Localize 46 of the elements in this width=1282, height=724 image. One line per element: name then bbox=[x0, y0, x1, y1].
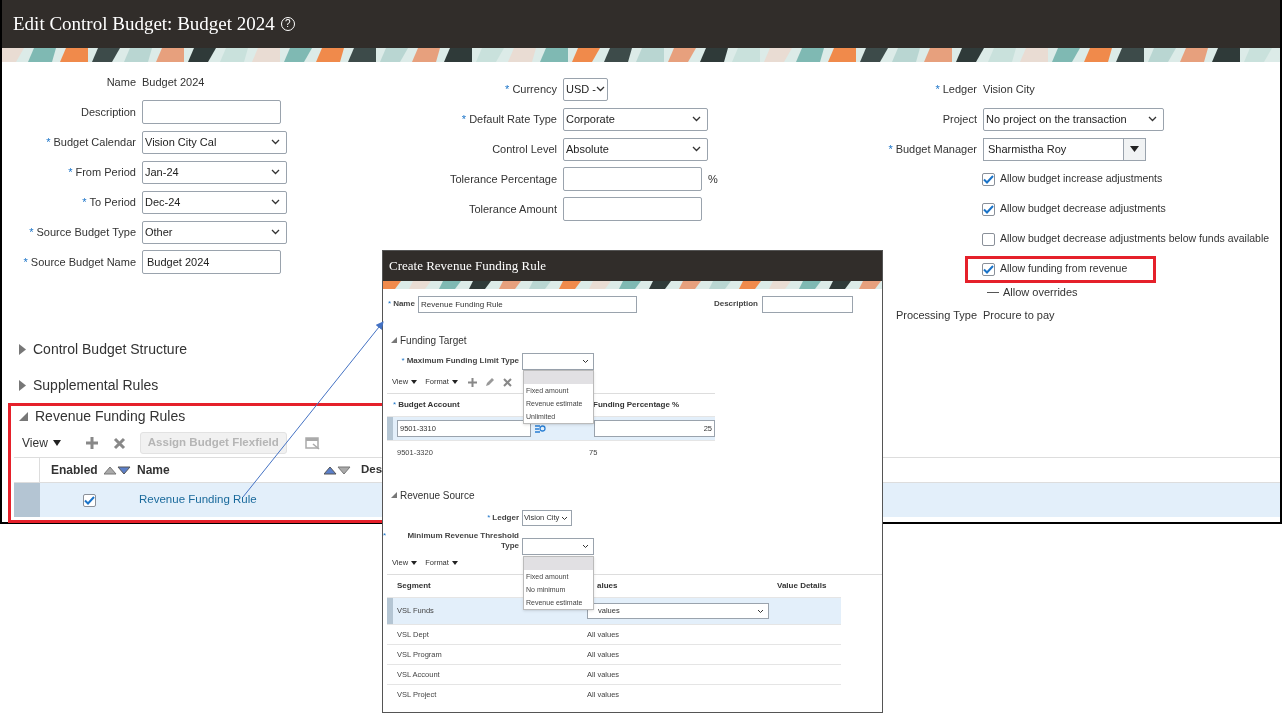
field-label: To Period bbox=[89, 196, 136, 208]
required-mark: * bbox=[505, 83, 510, 95]
field-label: Budget Manager bbox=[895, 143, 977, 155]
field-label: Name bbox=[106, 76, 136, 88]
required-mark: * bbox=[393, 399, 397, 411]
required-mark: * bbox=[23, 256, 28, 268]
field-label: Ledger bbox=[942, 83, 977, 95]
field-label: Ledger bbox=[492, 512, 519, 524]
field-label: Tolerance Amount bbox=[468, 203, 557, 215]
checkbox-label: Allow funding from revenue bbox=[1000, 261, 1128, 277]
required-mark: * bbox=[401, 356, 405, 366]
field-label: Processing Type bbox=[895, 309, 977, 321]
dialog-title: Create Revenue Funding Rule bbox=[389, 257, 547, 276]
field-label: Default Rate Type bbox=[469, 113, 557, 125]
field-value: Budget 2024 bbox=[142, 74, 205, 90]
required-mark: * bbox=[388, 298, 392, 310]
field-value: Procure to pay bbox=[983, 307, 1055, 323]
checkbox-label: Allow budget increase adjustments bbox=[1000, 171, 1163, 187]
field-label: Name bbox=[393, 298, 415, 310]
field-label: Minimum Revenue Threshold Type bbox=[406, 531, 519, 551]
required-mark: * bbox=[68, 166, 73, 178]
field-label: Maximum Funding Limit Type bbox=[406, 356, 519, 366]
field-label: Currency bbox=[512, 83, 557, 95]
field-label: Source Budget Name bbox=[30, 256, 136, 268]
unit-label: % bbox=[708, 171, 718, 187]
checkbox-label: Allow budget decrease adjustments below funds available bbox=[1000, 231, 1270, 247]
required-mark: * bbox=[82, 196, 87, 208]
required-mark: * bbox=[487, 512, 491, 524]
required-mark: * bbox=[29, 226, 34, 238]
field-label: Description bbox=[713, 298, 758, 310]
field-label: Source Budget Type bbox=[36, 226, 136, 238]
checkbox-label: Allow budget decrease adjustments bbox=[1000, 201, 1166, 217]
field-label: Budget Calendar bbox=[53, 136, 136, 148]
page-title: Edit Control Budget: Budget 2024 bbox=[13, 11, 275, 36]
field-label: Project bbox=[942, 113, 977, 125]
checkbox-label: Allow overrides bbox=[1003, 284, 1078, 300]
field-label: Tolerance Percentage bbox=[450, 173, 557, 185]
field-label: From Period bbox=[75, 166, 136, 178]
required-mark: * bbox=[383, 531, 387, 541]
required-mark: * bbox=[461, 113, 467, 125]
field-label: Control Level bbox=[492, 143, 557, 155]
required-mark: * bbox=[888, 143, 893, 155]
required-mark: * bbox=[46, 136, 51, 148]
required-mark: * bbox=[935, 83, 940, 95]
field-label: Description bbox=[80, 106, 136, 118]
field-value: Vision City bbox=[983, 81, 1035, 97]
